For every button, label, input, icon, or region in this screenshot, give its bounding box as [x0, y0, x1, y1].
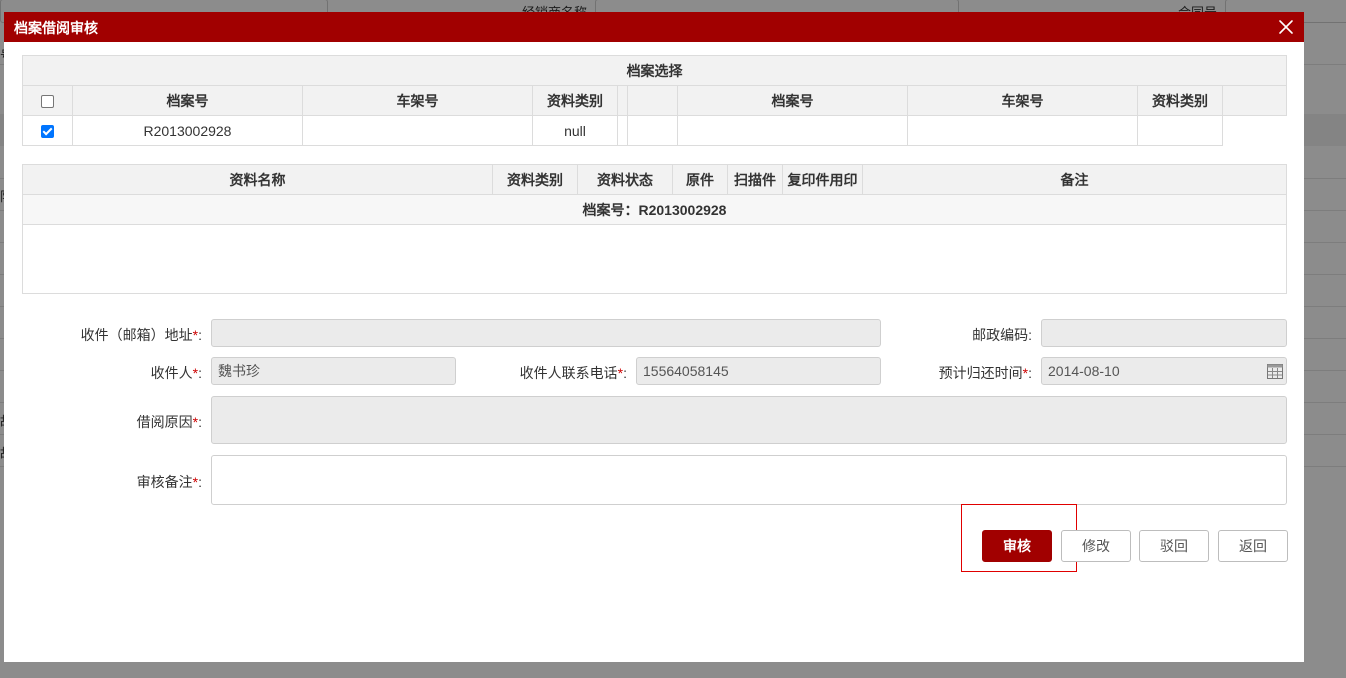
phone-label: 收件人联系电话*:: [519, 365, 627, 381]
cell-category: null: [532, 115, 618, 146]
address-label: 收件（邮箱）地址*:: [80, 327, 202, 343]
table-row[interactable]: R2013002928 null: [22, 115, 1287, 146]
reason-field[interactable]: [211, 396, 1287, 444]
col-right-vin: 车架号: [907, 85, 1138, 116]
return-time-label: 预计归还时间*:: [938, 365, 1032, 381]
recipient-label: 收件人*:: [150, 365, 202, 381]
reject-button[interactable]: 驳回: [1139, 530, 1209, 562]
col-divider: [617, 85, 628, 116]
col-category: 资料类别: [532, 85, 618, 116]
col-copy-seal: 复印件用印: [782, 164, 863, 195]
col-right-select: [627, 85, 678, 116]
col-material-name: 资料名称: [22, 164, 493, 195]
archive-selection-table: 档案选择 档案号 车架号 资料类别 档案号 车架号 资料类别 R20130029…: [21, 55, 1288, 146]
reason-label: 借阅原因*:: [136, 414, 202, 430]
close-icon[interactable]: [1276, 17, 1296, 37]
col-remark: 备注: [862, 164, 1287, 195]
col-material-category: 资料类别: [492, 164, 578, 195]
review-note-field[interactable]: [211, 455, 1287, 505]
col-archive-no: 档案号: [72, 85, 303, 116]
return-time-value: 2014-08-10: [1048, 363, 1120, 379]
col-right-archive-no: 档案号: [677, 85, 908, 116]
postcode-label: 邮政编码:: [972, 327, 1032, 343]
cell-vin: [302, 115, 533, 146]
col-original: 原件: [672, 164, 728, 195]
materials-table: 资料名称 资料类别 资料状态 原件 扫描件 复印件用印 备注 档案号：R2013…: [22, 164, 1287, 294]
col-material-status: 资料状态: [577, 164, 673, 195]
approve-button[interactable]: 审核: [982, 530, 1052, 562]
postcode-field[interactable]: [1041, 319, 1287, 347]
archive-borrow-review-dialog: 档案借阅审核 档案选择 档案号 车架号 资料类别 档案号 车架号 资料类别 R2…: [4, 12, 1304, 662]
cell-archive-no: R2013002928: [72, 115, 303, 146]
address-field[interactable]: [211, 319, 881, 347]
checkbox-icon[interactable]: [41, 95, 54, 109]
calendar-icon[interactable]: [1267, 363, 1283, 379]
materials-empty-area: [22, 224, 1287, 294]
row-checkbox[interactable]: [22, 115, 73, 146]
dialog-title: 档案借阅审核: [14, 20, 98, 36]
recipient-field[interactable]: 魏书珍: [211, 357, 456, 385]
col-right-category: 资料类别: [1137, 85, 1223, 116]
archive-table-title: 档案选择: [21, 55, 1288, 86]
phone-field[interactable]: 15564058145: [636, 357, 881, 385]
col-scan: 扫描件: [727, 164, 783, 195]
dialog-header: 档案借阅审核: [4, 12, 1304, 42]
group-archive-label: 档案号：R2013002928: [22, 194, 1287, 225]
checkbox-checked-icon[interactable]: [41, 125, 54, 139]
return-time-field[interactable]: 2014-08-10: [1041, 357, 1287, 385]
back-button[interactable]: 返回: [1218, 530, 1288, 562]
review-note-label: 审核备注*:: [136, 474, 202, 490]
select-all-checkbox[interactable]: [22, 85, 73, 116]
col-right-spacer: [1221, 85, 1288, 116]
modify-button[interactable]: 修改: [1061, 530, 1131, 562]
col-vin: 车架号: [302, 85, 533, 116]
